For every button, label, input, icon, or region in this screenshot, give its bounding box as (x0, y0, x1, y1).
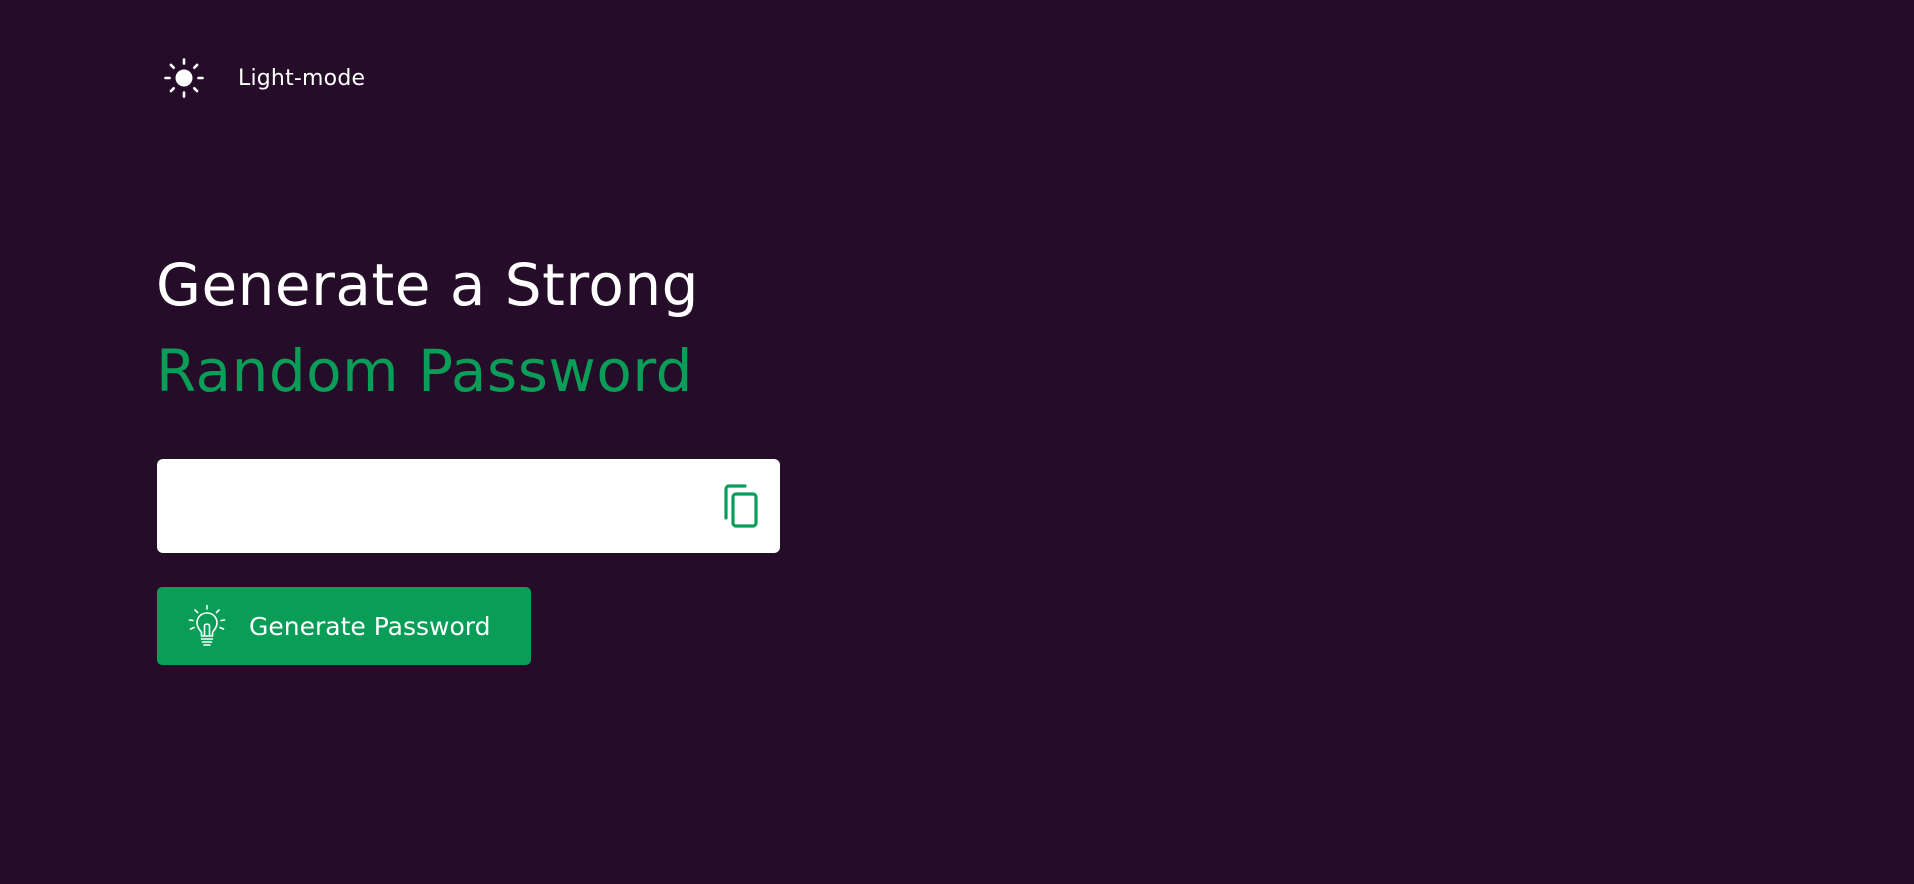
theme-toggle[interactable]: Light-mode (163, 57, 365, 99)
lightbulb-icon (188, 604, 226, 646)
password-output-box (157, 459, 780, 553)
title-line-2: Random Password (156, 337, 693, 405)
copy-button[interactable] (720, 483, 760, 529)
generate-password-button[interactable]: Generate Password (157, 587, 531, 665)
sun-icon[interactable] (163, 57, 205, 99)
password-output-field[interactable] (179, 475, 720, 537)
page-title: Generate a Strong Random Password (156, 256, 699, 400)
title-line-1: Generate a Strong (156, 251, 699, 319)
generate-password-label[interactable]: Generate Password (249, 612, 490, 641)
theme-toggle-label[interactable]: Light-mode (238, 66, 365, 91)
copy-icon[interactable] (721, 483, 759, 529)
